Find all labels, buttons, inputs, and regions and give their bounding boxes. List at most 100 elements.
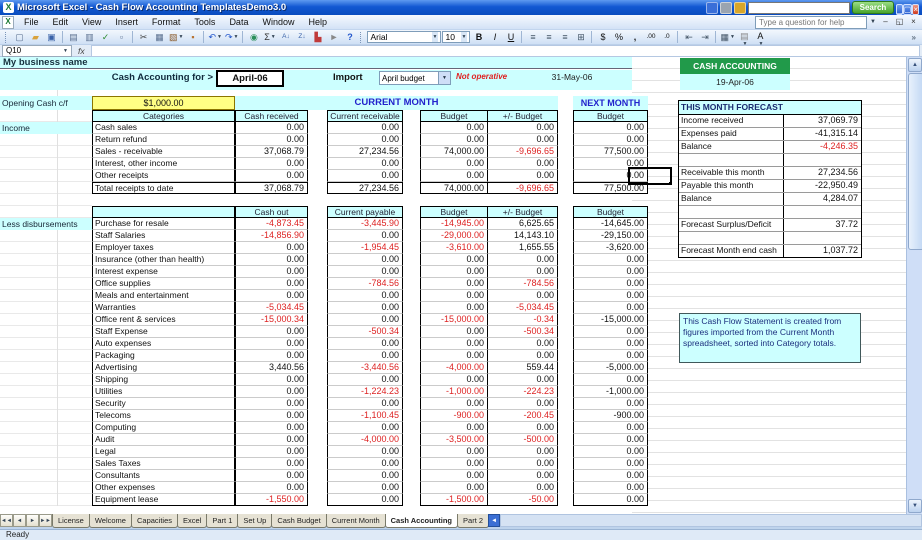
value-cell[interactable]: 74,000.00 (420, 182, 488, 194)
menu-edit[interactable]: Edit (46, 15, 76, 30)
undo-icon[interactable]: ↶▼ (207, 30, 223, 45)
opening-cash-value-cell[interactable]: $1,000.00 (92, 96, 235, 110)
value-cell[interactable]: 14,143.10 (488, 230, 558, 242)
next-month-value-cell[interactable]: 0.00 (573, 326, 648, 338)
value-cell[interactable]: 0.00 (235, 482, 308, 494)
category-cell[interactable]: Computing (92, 422, 235, 434)
value-cell[interactable]: 0.00 (235, 254, 308, 266)
next-month-value-cell[interactable]: -14,645.00 (573, 218, 648, 230)
value-cell[interactable]: -1,550.00 (235, 494, 308, 506)
value-cell[interactable]: -1,100.45 (327, 410, 403, 422)
category-cell[interactable]: Advertising (92, 362, 235, 374)
align-left-icon[interactable]: ≡ (525, 30, 540, 45)
next-month-value-cell[interactable]: 0.00 (573, 374, 648, 386)
paste-icon-caret[interactable]: ▼ (179, 34, 184, 40)
comma-style-icon[interactable]: , (627, 30, 642, 45)
value-cell[interactable]: 0.00 (420, 446, 488, 458)
value-cell[interactable]: -900.00 (420, 410, 488, 422)
value-cell[interactable]: 0.00 (420, 134, 488, 146)
help-icon[interactable]: ? (342, 30, 357, 45)
sheet-tab-current-month[interactable]: Current Month (326, 514, 386, 528)
value-cell[interactable]: 0.00 (420, 470, 488, 482)
value-cell[interactable]: 0.00 (420, 122, 488, 134)
menu-format[interactable]: Format (145, 15, 188, 30)
category-cell[interactable]: Staff Expense (92, 326, 235, 338)
tab-scroll-left-button[interactable]: ◄ (488, 514, 500, 527)
value-cell[interactable]: 0.00 (235, 134, 308, 146)
next-month-value-cell[interactable]: -3,620.00 (573, 242, 648, 254)
value-cell[interactable]: 0.00 (235, 290, 308, 302)
value-cell[interactable]: 0.00 (488, 446, 558, 458)
next-month-value-cell[interactable]: -900.00 (573, 410, 648, 422)
value-cell[interactable]: -784.56 (488, 278, 558, 290)
value-cell[interactable]: 0.00 (420, 326, 488, 338)
workbook-restore-button[interactable]: ◱ (893, 16, 906, 29)
value-cell[interactable]: 0.00 (420, 266, 488, 278)
value-cell[interactable]: 37,068.79 (235, 146, 308, 158)
sheet-tab-part-2[interactable]: Part 2 (457, 514, 488, 528)
sort-ascending-icon[interactable]: A↓ (278, 30, 293, 45)
value-cell[interactable]: 0.00 (327, 482, 403, 494)
value-cell[interactable]: -14,856.90 (235, 230, 308, 242)
value-cell[interactable]: -200.45 (488, 410, 558, 422)
sheet-tab-cash-budget[interactable]: Cash Budget (271, 514, 326, 528)
value-cell[interactable]: 0.00 (235, 326, 308, 338)
help-question-input[interactable]: Type a question for help (755, 16, 867, 29)
forecast-value-cell[interactable] (783, 154, 861, 166)
category-cell[interactable]: Meals and entertainment (92, 290, 235, 302)
value-cell[interactable]: -1,954.45 (327, 242, 403, 254)
borders-icon[interactable]: ▦▼ (719, 30, 735, 45)
value-cell[interactable]: -4,000.00 (420, 362, 488, 374)
value-cell[interactable]: -1,500.00 (420, 494, 488, 506)
column-header-4[interactable]: +/- Budget (488, 206, 558, 218)
next-month-value-cell[interactable]: 0.00 (573, 446, 648, 458)
category-cell[interactable]: Purchase for resale (92, 218, 235, 230)
value-cell[interactable]: -5,034.45 (488, 302, 558, 314)
chart-wizard-icon[interactable]: ▙ (310, 30, 325, 45)
next-month-value-cell[interactable]: 0.00 (573, 302, 648, 314)
value-cell[interactable]: 0.00 (235, 470, 308, 482)
category-cell[interactable]: Legal (92, 446, 235, 458)
value-cell[interactable]: 0.00 (235, 266, 308, 278)
category-cell[interactable]: Other expenses (92, 482, 235, 494)
next-month-value-cell[interactable]: 0.00 (573, 470, 648, 482)
close-button[interactable]: × (912, 4, 919, 15)
fill-color-icon[interactable]: ▤▼ (737, 29, 752, 45)
value-cell[interactable]: 0.00 (327, 338, 403, 350)
value-cell[interactable]: -15,000.34 (235, 314, 308, 326)
category-cell[interactable]: Audit (92, 434, 235, 446)
period-cell[interactable]: April-06 (216, 70, 284, 87)
value-cell[interactable]: 0.00 (420, 170, 488, 182)
sheet-tab-capacities[interactable]: Capacities (131, 514, 178, 528)
value-cell[interactable]: 27,234.56 (327, 182, 403, 194)
column-header-categories[interactable]: Categories (92, 110, 235, 122)
toolbar-grip-2[interactable] (360, 32, 364, 43)
merge-center-icon[interactable]: ⊞ (573, 30, 588, 45)
next-month-value-cell[interactable]: -1,000.00 (573, 386, 648, 398)
column-header-next-budget[interactable]: Budget (573, 206, 648, 218)
decrease-decimal-icon[interactable]: .0 (659, 30, 674, 45)
forecast-value-cell[interactable] (783, 232, 861, 244)
column-header-3[interactable]: Budget (420, 110, 488, 122)
value-cell[interactable]: 0.00 (420, 422, 488, 434)
menu-insert[interactable]: Insert (108, 15, 145, 30)
forecast-value-cell[interactable]: -41,315.14 (783, 128, 861, 140)
value-cell[interactable]: 0.00 (235, 374, 308, 386)
value-cell[interactable]: -0.34 (488, 314, 558, 326)
drawing-icon[interactable]: ► (326, 30, 341, 45)
tab-nav-prev[interactable]: ◄ (13, 514, 26, 527)
column-header-3[interactable]: Budget (420, 206, 488, 218)
category-cell[interactable]: Equipment lease (92, 494, 235, 506)
next-month-value-cell[interactable]: 0.00 (573, 134, 648, 146)
sort-descending-icon[interactable]: Z↓ (294, 30, 309, 45)
font-size-caret-icon[interactable]: ▼ (461, 32, 468, 42)
value-cell[interactable]: 0.00 (235, 338, 308, 350)
value-cell[interactable]: 0.00 (235, 410, 308, 422)
value-cell[interactable]: 0.00 (488, 338, 558, 350)
forecast-value-cell[interactable] (783, 206, 861, 218)
category-cell[interactable]: Staff Salaries (92, 230, 235, 242)
next-month-value-cell[interactable]: 0.00 (573, 482, 648, 494)
next-month-value-cell[interactable]: 0.00 (573, 338, 648, 350)
menu-window[interactable]: Window (255, 15, 301, 30)
category-cell[interactable]: Security (92, 398, 235, 410)
